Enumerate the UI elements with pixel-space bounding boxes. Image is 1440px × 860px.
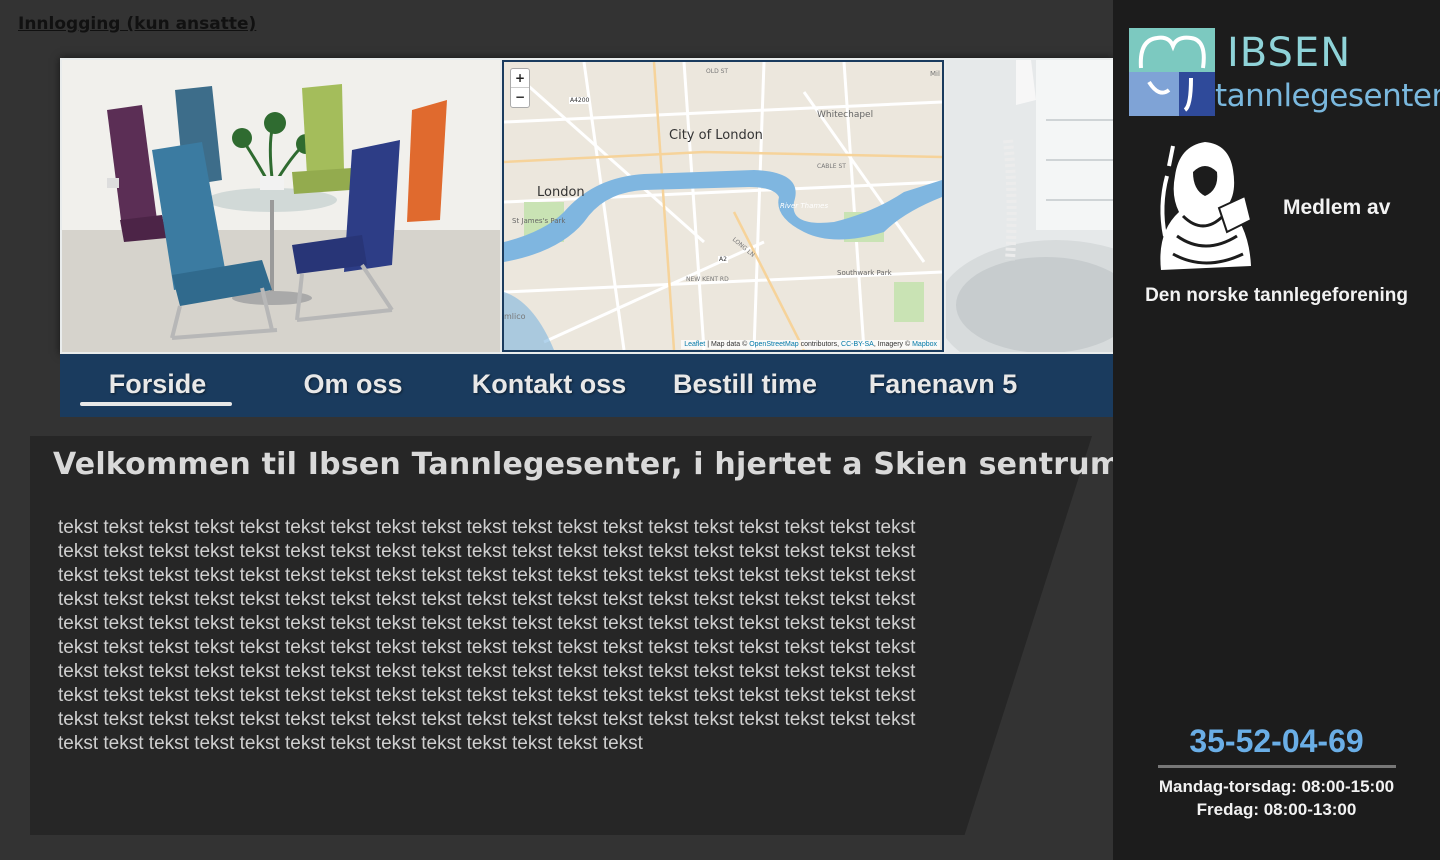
map-label-lico: mlico	[504, 312, 526, 321]
map-label-whitechapel: Whitechapel	[817, 110, 874, 120]
osm-link[interactable]: OpenStreetMap	[749, 341, 798, 348]
map-data-text: | Map data ©	[705, 341, 750, 348]
map-label-a4200: A4200	[569, 97, 591, 104]
map-label-city-of-london: City of London	[669, 128, 763, 143]
map-zoom-control[interactable]: + −	[510, 68, 530, 108]
hours-friday: Fredag: 08:00-13:00	[1196, 800, 1357, 819]
tooth-logo-icon	[1129, 28, 1215, 116]
license-link[interactable]: CC-BY-SA	[841, 341, 874, 348]
nav-label: Kontakt oss	[471, 369, 627, 399]
main-nav: Forside Om oss Kontakt oss Bestill time …	[60, 354, 1113, 417]
hours-weekdays: Mandag-torsdag: 08:00-15:00	[1158, 777, 1395, 796]
location-map[interactable]: + − City of London London Whitechapel St…	[502, 60, 944, 352]
nav-active-indicator	[80, 402, 232, 406]
dental-clinic-photo	[946, 60, 1113, 352]
phone-number[interactable]: 35-52-04-69	[1113, 723, 1440, 760]
nav-item-kontakt-oss[interactable]: Kontakt oss	[451, 354, 647, 417]
map-label-london: London	[537, 185, 585, 200]
tannlegeforening-emblem-icon	[1153, 136, 1257, 276]
map-label-mil: Mil	[930, 70, 940, 78]
nav-label: Bestill time	[672, 369, 818, 399]
nav-label: Fanenavn 5	[868, 369, 1018, 399]
nav-item-forside[interactable]: Forside	[60, 354, 255, 417]
mapbox-link[interactable]: Mapbox	[912, 341, 937, 348]
member-label: Medlem av	[1283, 196, 1391, 219]
map-label-a2: A2	[718, 256, 728, 263]
contributors-text: contributors,	[798, 341, 842, 348]
nav-item-fanenavn-5[interactable]: Fanenavn 5	[843, 354, 1043, 417]
ibsen-logo[interactable]: IBSEN tannlegesenter	[1129, 28, 1440, 120]
body-text: tekst tekst tekst tekst tekst tekst teks…	[58, 517, 916, 754]
map-label-river-thames: River Thames	[780, 202, 829, 210]
logo-name: IBSEN	[1227, 30, 1352, 76]
map-label-st-james: St James's Park	[512, 217, 566, 225]
nav-item-om-oss[interactable]: Om oss	[255, 354, 451, 417]
member-organization[interactable]: Den norske tannlegeforening	[1113, 285, 1440, 307]
nav-label: Om oss	[303, 369, 403, 399]
map-label-cable-st: CABLE ST	[817, 163, 846, 170]
staff-login-link[interactable]: Innlogging (kun ansatte)	[18, 14, 256, 34]
map-attribution: Leaflet | Map data © OpenStreetMap contr…	[681, 340, 940, 349]
map-label-old-st: OLD ST	[706, 68, 729, 75]
map-label-southwark-park: Southwark Park	[837, 269, 892, 277]
header-banner: + − City of London London Whitechapel St…	[60, 58, 1113, 354]
page-title: Velkommen til Ibsen Tannlegesenter, i hj…	[53, 447, 1122, 482]
map-label-new-kent-rd: NEW KENT RD	[686, 276, 729, 283]
logo-subtitle: tannlegesenter	[1215, 78, 1440, 114]
map-zoom-in-button[interactable]: +	[511, 69, 529, 88]
phone-divider	[1158, 765, 1396, 768]
leaflet-link[interactable]: Leaflet	[684, 341, 705, 348]
nav-item-bestill-time[interactable]: Bestill time	[647, 354, 843, 417]
imagery-text: , Imagery ©	[873, 341, 913, 348]
waiting-room-photo	[62, 60, 500, 352]
nav-label: Forside	[108, 369, 207, 399]
opening-hours: Mandag-torsdag: 08:00-15:00 Fredag: 08:0…	[1113, 775, 1440, 821]
map-zoom-out-button[interactable]: −	[511, 88, 529, 107]
sidebar: IBSEN tannlegesenter Medlem av Den norsk…	[1113, 0, 1440, 860]
